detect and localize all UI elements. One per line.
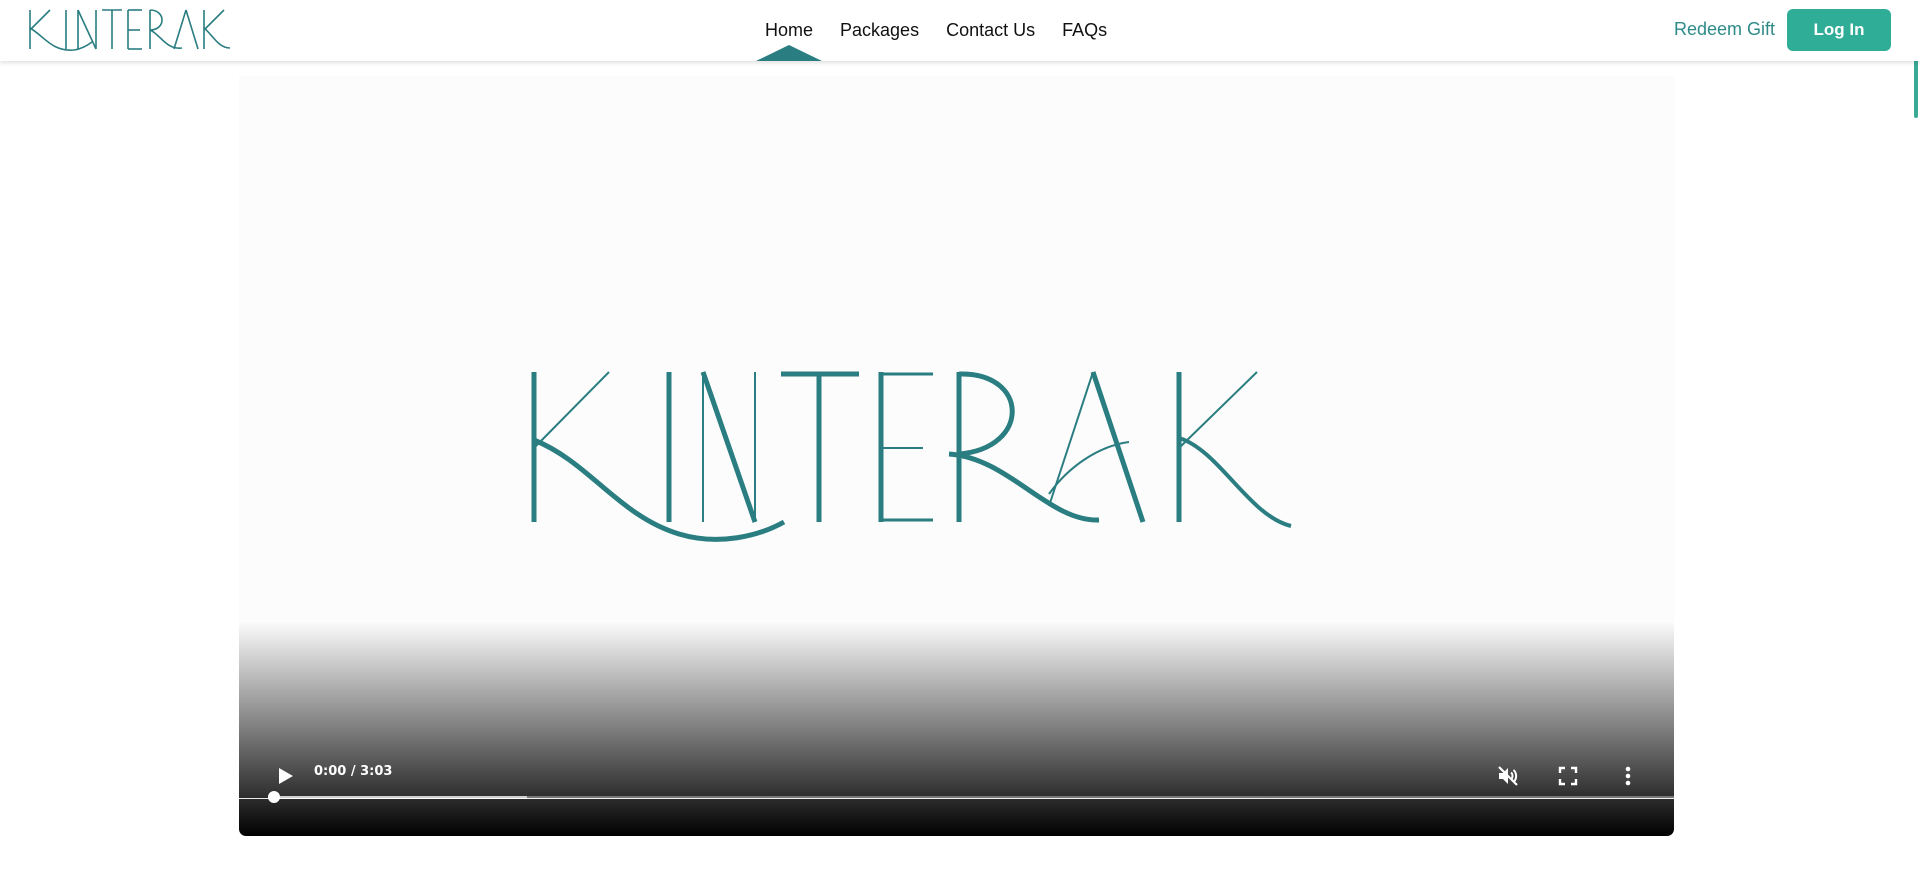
fullscreen-icon — [1558, 766, 1578, 786]
login-button[interactable]: Log In — [1787, 9, 1891, 51]
video-buffered-bar — [274, 796, 528, 799]
video-kinterak-logo — [531, 371, 1292, 542]
video-controls: 0:00 / 3:03 — [239, 746, 1674, 836]
video-time: 0:00 / 3:03 — [314, 764, 393, 779]
video-progress-bar[interactable] — [268, 791, 1674, 803]
active-nav-indicator — [756, 45, 822, 61]
nav-home[interactable]: Home — [756, 0, 822, 61]
nav-packages[interactable]: Packages — [840, 0, 919, 61]
nav-faqs[interactable]: FAQs — [1062, 0, 1107, 61]
nav-home-label: Home — [765, 20, 814, 40]
mute-icon — [1498, 766, 1518, 786]
site-header: Home Packages Contact Us FAQs Redeem Gif… — [0, 0, 1920, 61]
kinterak-logo[interactable] — [26, 6, 232, 54]
more-options-button[interactable] — [1610, 758, 1646, 794]
nav-packages-label: Packages — [840, 20, 920, 40]
redeem-gift-link[interactable]: Redeem Gift — [1674, 19, 1775, 40]
fullscreen-button[interactable] — [1550, 758, 1586, 794]
nav-contact-label: Contact Us — [946, 20, 1036, 40]
play-icon — [279, 768, 293, 784]
play-button[interactable] — [268, 758, 304, 794]
page-scrollbar[interactable] — [1910, 0, 1920, 881]
nav-contact-us[interactable]: Contact Us — [946, 0, 1035, 61]
more-options-icon — [1625, 766, 1631, 786]
nav-faqs-label: FAQs — [1062, 20, 1108, 40]
main-nav: Home Packages Contact Us FAQs — [756, 0, 1107, 61]
video-scrubber-knob[interactable] — [268, 791, 280, 803]
video-player[interactable]: 0:00 / 3:03 — [239, 76, 1674, 836]
mute-button[interactable] — [1490, 758, 1526, 794]
